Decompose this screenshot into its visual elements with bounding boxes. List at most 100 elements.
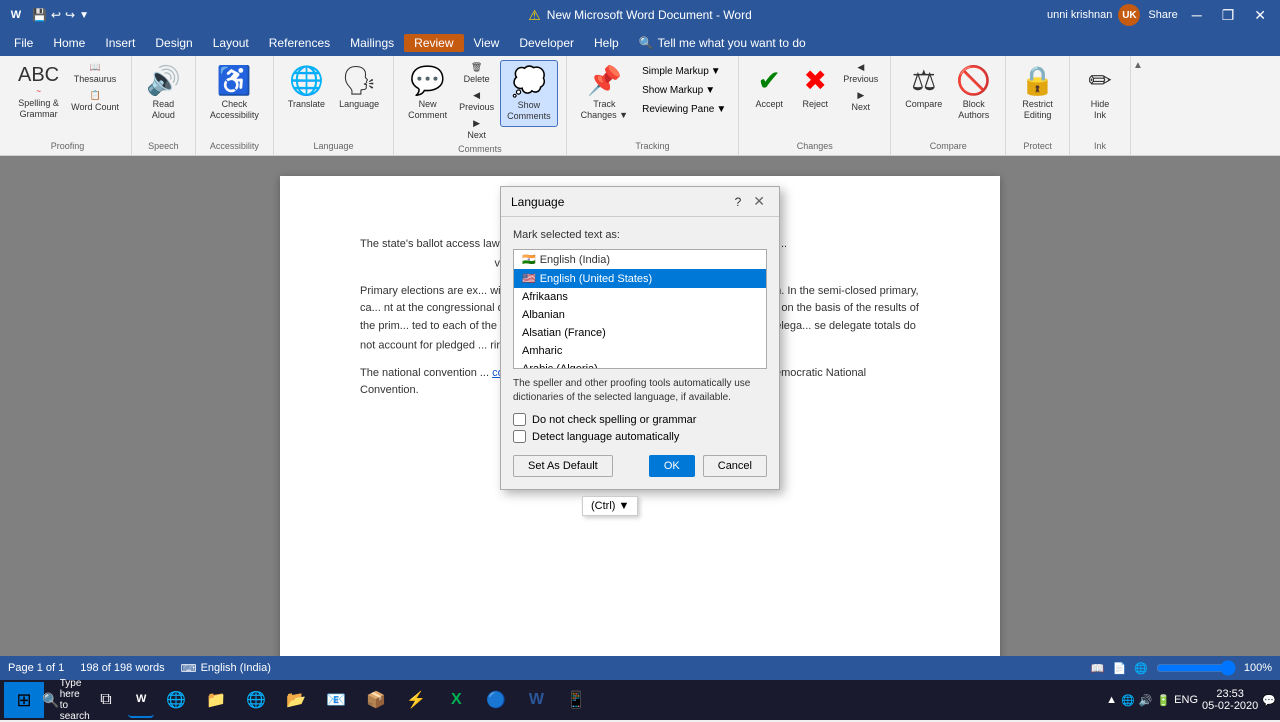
track-changes-button[interactable]: 📌 TrackChanges ▼ bbox=[575, 60, 634, 125]
afrikaans-name: Afrikaans bbox=[522, 291, 568, 303]
save-button[interactable]: 💾 bbox=[32, 8, 47, 22]
taskbar-dropbox-button[interactable]: 📦 bbox=[358, 682, 394, 718]
dialog-checkbox-detect[interactable]: Detect language automatically bbox=[513, 430, 767, 443]
dialog-help-button[interactable]: ? bbox=[735, 195, 742, 209]
language-button[interactable]: 🗣 Language bbox=[333, 60, 385, 114]
start-button[interactable]: ⊞ bbox=[4, 682, 44, 718]
lang-item-afrikaans[interactable]: Afrikaans bbox=[514, 288, 766, 306]
menu-review[interactable]: Review bbox=[404, 34, 463, 52]
menu-search[interactable]: 🔍 Tell me what you want to do bbox=[629, 34, 816, 52]
mail-icon: 📧 bbox=[326, 690, 346, 710]
menu-view[interactable]: View bbox=[464, 34, 510, 52]
share-button[interactable]: Share bbox=[1148, 9, 1177, 21]
customize-button[interactable]: ▼ bbox=[79, 10, 89, 21]
notification-button[interactable]: 💬 bbox=[1262, 694, 1276, 707]
checkbox-detect-input[interactable] bbox=[513, 430, 526, 443]
taskbar-word-app[interactable]: W bbox=[128, 682, 154, 718]
restrict-editing-button[interactable]: 🔒 RestrictEditing bbox=[1014, 60, 1061, 125]
lang-item-english-india[interactable]: 🇮🇳 English (India) bbox=[514, 250, 766, 269]
menu-references[interactable]: References bbox=[259, 34, 340, 52]
taskbar-explorer-button[interactable]: 📁 bbox=[198, 682, 234, 718]
taskbar-ie-button[interactable]: 🌐 bbox=[238, 682, 274, 718]
restore-button[interactable]: ❐ bbox=[1216, 7, 1241, 24]
zoom-slider[interactable] bbox=[1156, 660, 1236, 676]
taskbar-app7-button[interactable]: ⚡ bbox=[398, 682, 434, 718]
reject-button[interactable]: ✖ Reject bbox=[793, 60, 837, 114]
lang-item-amharic[interactable]: Amharic bbox=[514, 342, 766, 360]
show-markup-button[interactable]: Show Markup ▼ bbox=[638, 83, 730, 98]
simple-markup-button[interactable]: Simple Markup ▼ bbox=[638, 64, 730, 79]
ink-buttons: ✏ HideInk bbox=[1078, 60, 1122, 139]
dialog-checkbox-spelling[interactable]: Do not check spelling or grammar bbox=[513, 413, 767, 426]
newcomment-label: NewComment bbox=[408, 99, 447, 121]
thesaurus-button[interactable]: 📖 Thesaurus bbox=[67, 60, 123, 86]
taskbar-phone-button[interactable]: 📱 bbox=[558, 682, 594, 718]
dialog-close-button[interactable]: ✕ bbox=[749, 193, 769, 210]
taskbar-mail-button[interactable]: 📧 bbox=[318, 682, 354, 718]
lang-item-alsatian[interactable]: Alsatian (France) bbox=[514, 324, 766, 342]
previous-change-button[interactable]: ◀ Previous bbox=[839, 60, 882, 86]
ok-button[interactable]: OK bbox=[649, 455, 695, 477]
spelling-icon: ABC bbox=[18, 64, 59, 87]
hide-ink-button[interactable]: ✏ HideInk bbox=[1078, 60, 1122, 125]
view-read-button[interactable]: 📖 bbox=[1091, 662, 1105, 675]
taskbar-word2-button[interactable]: W bbox=[518, 682, 554, 718]
minimize-button[interactable]: ─ bbox=[1186, 7, 1208, 23]
taskbar-clock: 23:53 05-02-2020 bbox=[1202, 688, 1258, 712]
menu-home[interactable]: Home bbox=[43, 34, 95, 52]
cancel-button[interactable]: Cancel bbox=[703, 455, 767, 477]
next-comment-button[interactable]: ▶ Next bbox=[455, 116, 498, 142]
taskbar-excel-button[interactable]: X bbox=[438, 682, 474, 718]
check-accessibility-button[interactable]: ♿ CheckAccessibility bbox=[204, 60, 265, 125]
eng-indicator[interactable]: ENG bbox=[1174, 694, 1198, 706]
menu-file[interactable]: File bbox=[4, 34, 43, 52]
close-button[interactable]: ✕ bbox=[1248, 7, 1272, 24]
wordcount-button[interactable]: 📋 Word Count bbox=[67, 88, 123, 114]
menu-layout[interactable]: Layout bbox=[203, 34, 259, 52]
checkbox-spelling-input[interactable] bbox=[513, 413, 526, 426]
taskbar-chrome-button[interactable]: 🌐 bbox=[158, 682, 194, 718]
ribbon-group-changes: ✔ Accept ✖ Reject ◀ Previous ▶ Next Chan… bbox=[739, 56, 891, 155]
compare-button[interactable]: ⚖ Compare bbox=[899, 60, 948, 114]
taskbar-expand-button[interactable]: ▲ bbox=[1106, 694, 1117, 706]
block-authors-button[interactable]: 🚫 BlockAuthors bbox=[950, 60, 997, 125]
thesaurus-icon: 📖 bbox=[89, 62, 100, 73]
lang-item-albanian[interactable]: Albanian bbox=[514, 306, 766, 324]
menu-mailings[interactable]: Mailings bbox=[340, 34, 404, 52]
ctrl-popup[interactable]: (Ctrl) ▼ bbox=[582, 496, 638, 516]
next-label: Next bbox=[467, 130, 486, 140]
menu-design[interactable]: Design bbox=[145, 34, 202, 52]
set-as-default-button[interactable]: Set As Default bbox=[513, 455, 613, 477]
redo-button[interactable]: ↪ bbox=[65, 8, 75, 22]
accept-button[interactable]: ✔ Accept bbox=[747, 60, 791, 114]
menu-developer[interactable]: Developer bbox=[509, 34, 584, 52]
next-change-button[interactable]: ▶ Next bbox=[839, 88, 882, 114]
previous-comment-button[interactable]: ◀ Previous bbox=[455, 88, 498, 114]
menu-help[interactable]: Help bbox=[584, 34, 629, 52]
view-web-button[interactable]: 🌐 bbox=[1134, 662, 1148, 675]
language-list[interactable]: 🇮🇳 English (India) 🇺🇸 English (United St… bbox=[513, 249, 767, 369]
taskbar-chrome2-button[interactable]: 🔵 bbox=[478, 682, 514, 718]
taskbar-search-button[interactable]: 🔍 Type here to search bbox=[48, 682, 84, 718]
menu-bar: File Home Insert Design Layout Reference… bbox=[0, 30, 1280, 56]
taskbar-files-button[interactable]: 📂 bbox=[278, 682, 314, 718]
task-view-button[interactable]: ⧉ bbox=[88, 682, 124, 718]
ribbon-group-speech: 🔊 ReadAloud Speech bbox=[132, 56, 196, 155]
reviewing-pane-button[interactable]: Reviewing Pane ▼ bbox=[638, 102, 730, 117]
ribbon-collapse[interactable]: ▲ bbox=[1131, 56, 1145, 155]
chrome2-icon: 🔵 bbox=[486, 690, 506, 710]
lang-item-english-us[interactable]: 🇺🇸 English (United States) bbox=[514, 269, 766, 288]
delete-comment-button[interactable]: 🗑 Delete bbox=[455, 60, 498, 86]
menu-insert[interactable]: Insert bbox=[95, 34, 145, 52]
view-print-button[interactable]: 📄 bbox=[1112, 662, 1126, 675]
new-comment-button[interactable]: 💬 NewComment bbox=[402, 60, 453, 125]
undo-button[interactable]: ↩ bbox=[51, 8, 61, 22]
next-icon: ▶ bbox=[473, 118, 480, 129]
spelling-grammar-button[interactable]: ABC ~ Spelling &Grammar bbox=[12, 60, 65, 124]
readaloud-button[interactable]: 🔊 ReadAloud bbox=[140, 60, 187, 125]
show-comments-button[interactable]: 💭 ShowComments bbox=[500, 60, 558, 127]
readaloud-label: ReadAloud bbox=[152, 99, 175, 121]
lang-item-arabic-algeria[interactable]: Arabic (Algeria) bbox=[514, 360, 766, 369]
clock-date: 05-02-2020 bbox=[1202, 700, 1258, 712]
translate-button[interactable]: 🌐 Translate bbox=[282, 60, 331, 114]
